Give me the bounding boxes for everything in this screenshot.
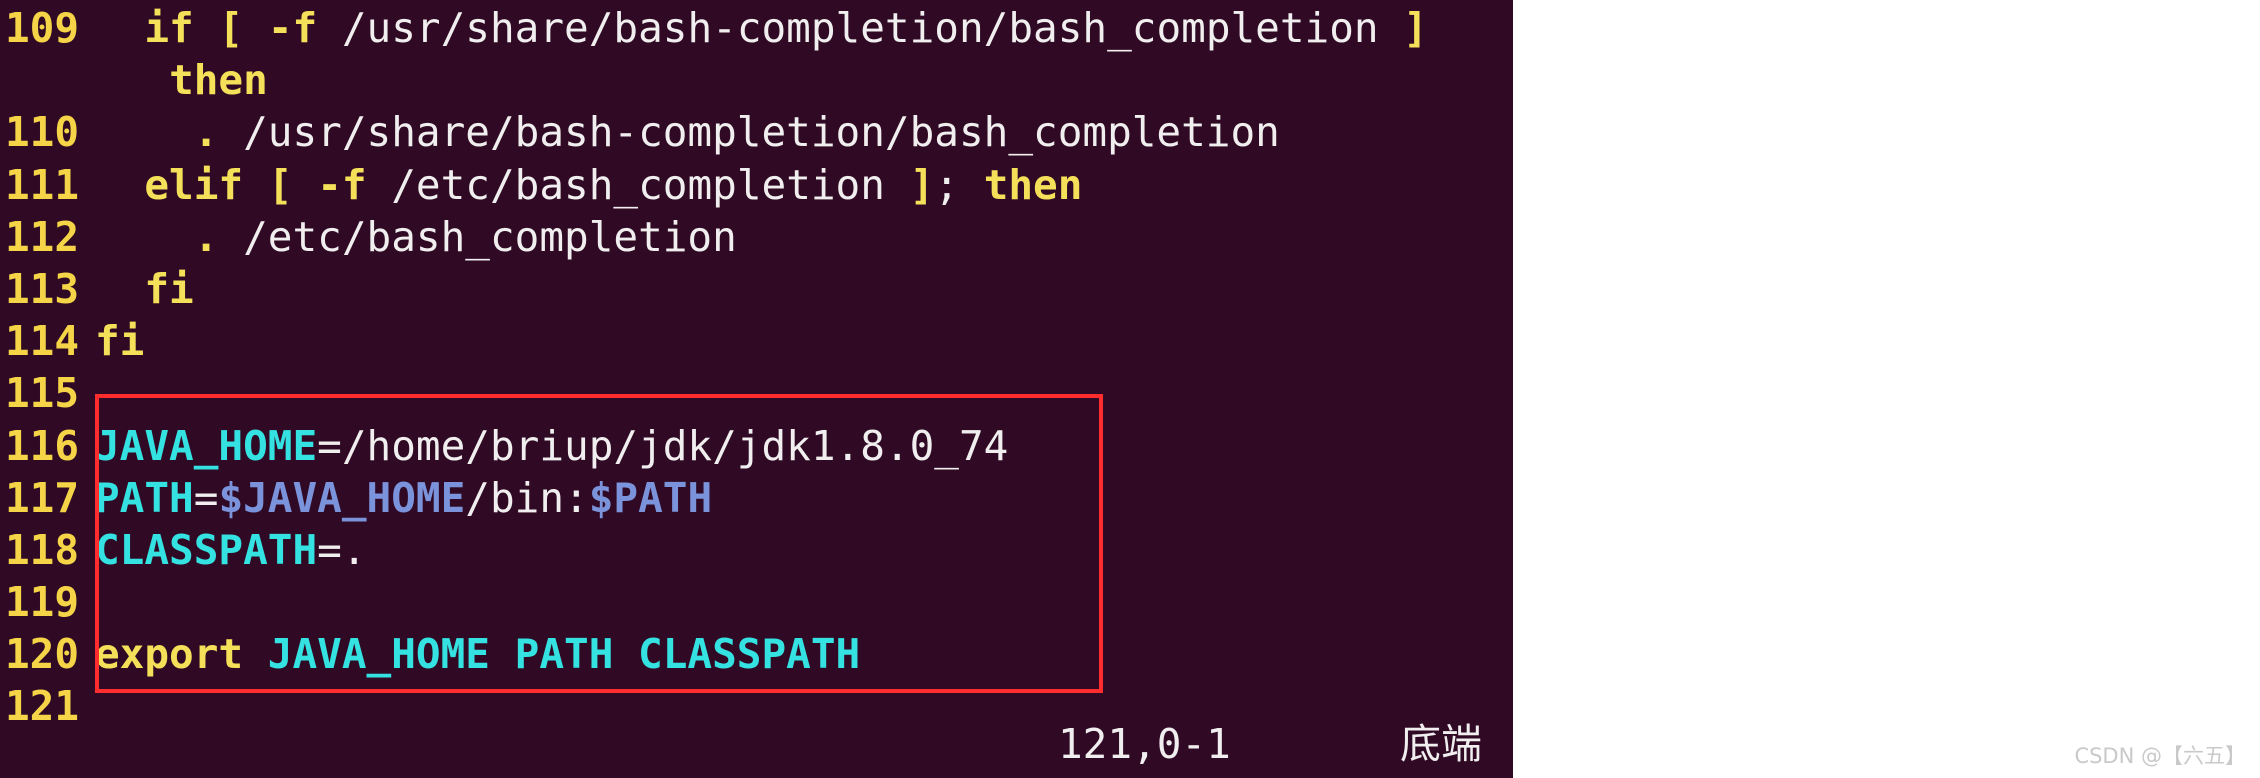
code-line[interactable]: 110 . /usr/share/bash-completion/bash_co…: [0, 106, 1513, 158]
code-line[interactable]: 118 CLASSPATH=.: [0, 524, 1513, 576]
code-token: export: [95, 630, 244, 679]
line-number: 110: [5, 108, 80, 157]
code-line-text: JAVA_HOME=/home/briup/jdk/jdk1.8.0_74: [95, 420, 1008, 472]
code-line-text: fi: [95, 315, 144, 367]
code-token: -f: [317, 160, 367, 209]
code-token: /usr/share/bash-completion/bash_completi…: [317, 4, 1404, 52]
code-line-text: . /usr/share/bash-completion/bash_comple…: [95, 106, 1280, 158]
code-token: =.: [317, 525, 367, 574]
code-line[interactable]: 109 if [ -f /usr/share/bash-completion/b…: [0, 2, 1513, 54]
code-line-text: then: [95, 54, 268, 106]
code-token: JAVA_HOME PATH CLASSPATH: [267, 630, 861, 679]
code-line[interactable]: 119: [0, 576, 1513, 628]
code-token: /bin:: [465, 473, 589, 522]
line-number: 120: [5, 630, 80, 679]
code-token: -f: [267, 4, 318, 52]
code-token: if: [144, 4, 194, 52]
line-number: 116: [5, 421, 80, 470]
line-number: 112: [5, 212, 80, 261]
code-line[interactable]: 117 PATH=$JAVA_HOME/bin:$PATH: [0, 472, 1513, 524]
code-line-text: CLASSPATH=.: [95, 524, 367, 576]
code-token: $JAVA_HOME: [218, 473, 466, 522]
code-line[interactable]: 112 . /etc/bash_completion: [0, 211, 1513, 263]
line-number: 113: [5, 264, 80, 313]
line-number: 111: [5, 160, 80, 209]
code-token: /usr/share/bash-completion/bash_completi…: [218, 108, 1280, 157]
code-line[interactable]: 114 fi: [0, 315, 1513, 367]
code-token: .: [193, 108, 219, 157]
code-line-text: PATH=$JAVA_HOME/bin:$PATH: [95, 472, 712, 524]
code-token: =: [193, 473, 219, 522]
code-token: =/home/briup/jdk/jdk1.8.0_74: [317, 421, 1009, 470]
code-token: PATH: [95, 473, 194, 522]
code-token: $PATH: [588, 473, 713, 522]
line-number: 109: [5, 4, 80, 52]
terminal-window[interactable]: 109 if [ -f /usr/share/bash-completion/b…: [0, 0, 1513, 778]
line-number: 118: [5, 525, 80, 574]
code-line-text: elif [ -f /etc/bash_completion ]; then: [95, 159, 1082, 211]
line-number: 117: [5, 473, 80, 522]
code-token: ;: [934, 160, 959, 209]
code-token: ]: [909, 160, 935, 209]
line-number: 114: [5, 317, 80, 366]
code-line[interactable]: 120 export JAVA_HOME PATH CLASSPATH: [0, 628, 1513, 680]
code-line-text: . /etc/bash_completion: [95, 211, 737, 263]
code-line[interactable]: 115: [0, 367, 1513, 419]
code-line-text: fi: [95, 263, 194, 315]
code-token: elif: [144, 160, 244, 209]
code-line-text: if [ -f /usr/share/bash-completion/bash_…: [95, 2, 1428, 54]
code-token: /etc/bash_completion: [218, 212, 737, 261]
code-token: CLASSPATH: [95, 525, 318, 574]
line-number: 119: [5, 578, 80, 627]
code-token: fi: [95, 317, 145, 366]
code-line[interactable]: 111 elif [ -f /etc/bash_completion ]; th…: [0, 159, 1513, 211]
vim-code-area[interactable]: 109 if [ -f /usr/share/bash-completion/b…: [0, 0, 1513, 730]
code-token: JAVA_HOME: [95, 421, 318, 470]
code-line[interactable]: then: [0, 54, 1513, 106]
code-line[interactable]: 113 fi: [0, 263, 1513, 315]
status-cursor-position: 121,0-1: [1058, 720, 1231, 768]
code-token: [: [218, 4, 244, 52]
code-token: .: [193, 212, 219, 261]
code-token: [: [267, 160, 293, 209]
line-number: 115: [5, 369, 80, 418]
code-token: then: [169, 56, 268, 105]
status-file-position: 底端: [1400, 720, 1482, 768]
code-token: then: [983, 160, 1083, 209]
csdn-watermark: CSDN @【六五】: [2074, 744, 2246, 768]
code-line-text: export JAVA_HOME PATH CLASSPATH: [95, 628, 860, 680]
vim-status-line: 121,0-1 底端: [0, 710, 1513, 778]
code-line[interactable]: 116 JAVA_HOME=/home/briup/jdk/jdk1.8.0_74: [0, 420, 1513, 472]
code-token: /etc/bash_completion: [366, 160, 910, 209]
code-token: ]: [1403, 4, 1428, 52]
code-token: fi: [144, 264, 194, 313]
